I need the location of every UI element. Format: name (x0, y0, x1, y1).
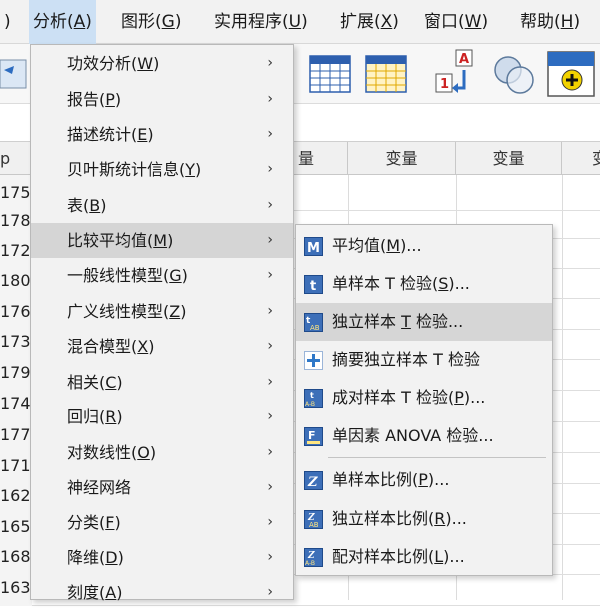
svg-text:A-B: A-B (305, 401, 315, 408)
column-header[interactable]: 量 (290, 142, 348, 175)
menu-item-descriptive-statistics[interactable]: 描述统计(E) › (31, 117, 293, 152)
chevron-right-icon: › (267, 584, 273, 600)
svg-text:A-B: A-B (305, 560, 315, 567)
analyze-menu: 功效分析(W) › 报告(P) › 描述统计(E) › 贝叶斯统计信息(Y) › 表(B… (30, 44, 294, 602)
menu-extensions[interactable]: 扩展(X) (336, 0, 403, 44)
menu-window[interactable]: 窗口(W) (420, 0, 492, 44)
submenu-item-one-way-anova[interactable]: F 单因素 ANOVA 检验... (296, 417, 552, 455)
column-header[interactable]: 变 (562, 142, 600, 175)
column-header[interactable]: 变量 (348, 142, 456, 175)
chevron-right-icon: › (267, 197, 273, 213)
submenu-item-one-sample-proportion[interactable]: Z 单样本比例(P)... (296, 461, 552, 499)
summary-t-icon (304, 351, 323, 370)
menu-prev-fragment[interactable]: ) (0, 0, 15, 44)
menu-item-classify[interactable]: 分类(F) › (31, 505, 293, 540)
column-header[interactable]: 变量 (456, 142, 562, 175)
svg-text:t: t (310, 279, 316, 294)
menu-bar: ) 分析(A) 图形(G) 实用程序(U) 扩展(X) 窗口(W) 帮助(H) (0, 0, 600, 44)
chevron-right-icon: › (267, 126, 273, 142)
svg-text:Z: Z (307, 475, 318, 490)
submenu-item-independent-samples-t-test[interactable]: t AB 独立样本 T 检验... (296, 303, 552, 341)
menu-help[interactable]: 帮助(H) (516, 0, 584, 44)
chevron-right-icon: › (267, 91, 273, 107)
venn-circles-icon[interactable] (490, 50, 538, 98)
chevron-right-icon: › (267, 549, 273, 565)
independent-proportions-icon: ZAB (304, 510, 323, 529)
menu-item-reports[interactable]: 报告(P) › (31, 82, 293, 117)
chevron-right-icon: › (267, 408, 273, 424)
submenu-item-independent-proportions[interactable]: Z AB 独立样本比例(R)... (296, 500, 552, 538)
svg-text:A: A (459, 52, 469, 67)
means-icon: M (304, 237, 323, 256)
menu-item-loglinear[interactable]: 对数线性(O) › (31, 435, 293, 470)
chevron-right-icon: › (267, 267, 273, 283)
svg-text:F: F (308, 429, 316, 442)
chevron-right-icon: › (267, 374, 273, 390)
chevron-right-icon: › (267, 444, 273, 460)
submenu-item-summary-independent-t-test[interactable]: 摘要独立样本 T 检验 (296, 341, 552, 379)
menu-separator (328, 457, 546, 458)
menu-item-regression[interactable]: 回归(R) › (31, 399, 293, 434)
menu-item-correlate[interactable]: 相关(C) › (31, 365, 293, 400)
svg-text:AB: AB (309, 521, 319, 529)
menu-graphs[interactable]: 图形(G) (117, 0, 185, 44)
menu-analyze[interactable]: 分析(A) (29, 0, 96, 44)
svg-text:t: t (310, 391, 314, 400)
value-labels-icon[interactable]: A 1 (432, 48, 484, 100)
add-variable-icon[interactable] (546, 50, 596, 98)
menu-item-dimension-reduction[interactable]: 降维(D) › (31, 540, 293, 575)
svg-text:M: M (307, 241, 320, 256)
menu-item-mixed-models[interactable]: 混合模型(X) › (31, 329, 293, 364)
menu-item-scale[interactable]: 刻度(A) › (31, 575, 293, 610)
chevron-right-icon: › (267, 514, 273, 530)
submenu-item-paired-proportions[interactable]: Z A-B 配对样本比例(L)... (296, 538, 552, 576)
menu-item-generalized-linear-models[interactable]: 广义线性模型(Z) › (31, 294, 293, 329)
menu-item-general-linear-model[interactable]: 一般线性模型(G) › (31, 258, 293, 293)
svg-text:AB: AB (310, 324, 320, 332)
row-header-corner: p (0, 142, 32, 175)
menu-utilities[interactable]: 实用程序(U) (210, 0, 312, 44)
menu-item-tables[interactable]: 表(B) › (31, 188, 293, 223)
one-sample-t-icon: t (304, 275, 323, 294)
submenu-item-one-sample-t-test[interactable]: t 单样本 T 检验(S)... (296, 265, 552, 303)
menu-item-power-analysis[interactable]: 功效分析(W) › (31, 46, 293, 81)
one-way-anova-icon: F (304, 427, 323, 446)
table-grid-icon[interactable] (308, 54, 352, 94)
svg-text:1: 1 (440, 77, 449, 92)
menu-item-bayesian-statistics[interactable]: 贝叶斯统计信息(Y) › (31, 152, 293, 187)
compare-means-submenu: M 平均值(M)... t 单样本 T 检验(S)... t AB 独立样本 T … (295, 224, 553, 576)
menu-item-compare-means[interactable]: 比较平均值(M) › (31, 223, 293, 258)
chevron-right-icon: › (267, 232, 273, 248)
chevron-right-icon: › (267, 303, 273, 319)
partial-toolbar-icon[interactable] (0, 56, 28, 92)
paired-proportions-icon: ZA-B (304, 548, 323, 567)
table-highlight-icon[interactable] (364, 54, 408, 94)
paired-samples-t-icon: tA-B (304, 389, 323, 408)
submenu-item-paired-samples-t-test[interactable]: t A-B 成对样本 T 检验(P)... (296, 379, 552, 417)
submenu-item-means[interactable]: M 平均值(M)... (296, 227, 552, 265)
chevron-right-icon: › (267, 338, 273, 354)
chevron-right-icon: › (267, 161, 273, 177)
menu-item-neural-networks[interactable]: 神经网络 › (31, 470, 293, 505)
chevron-right-icon: › (267, 479, 273, 495)
independent-samples-t-icon: tAB (304, 313, 323, 332)
cell-value[interactable]: 163 (0, 570, 32, 606)
one-sample-proportion-icon: Z (304, 471, 323, 490)
chevron-right-icon: › (267, 55, 273, 71)
